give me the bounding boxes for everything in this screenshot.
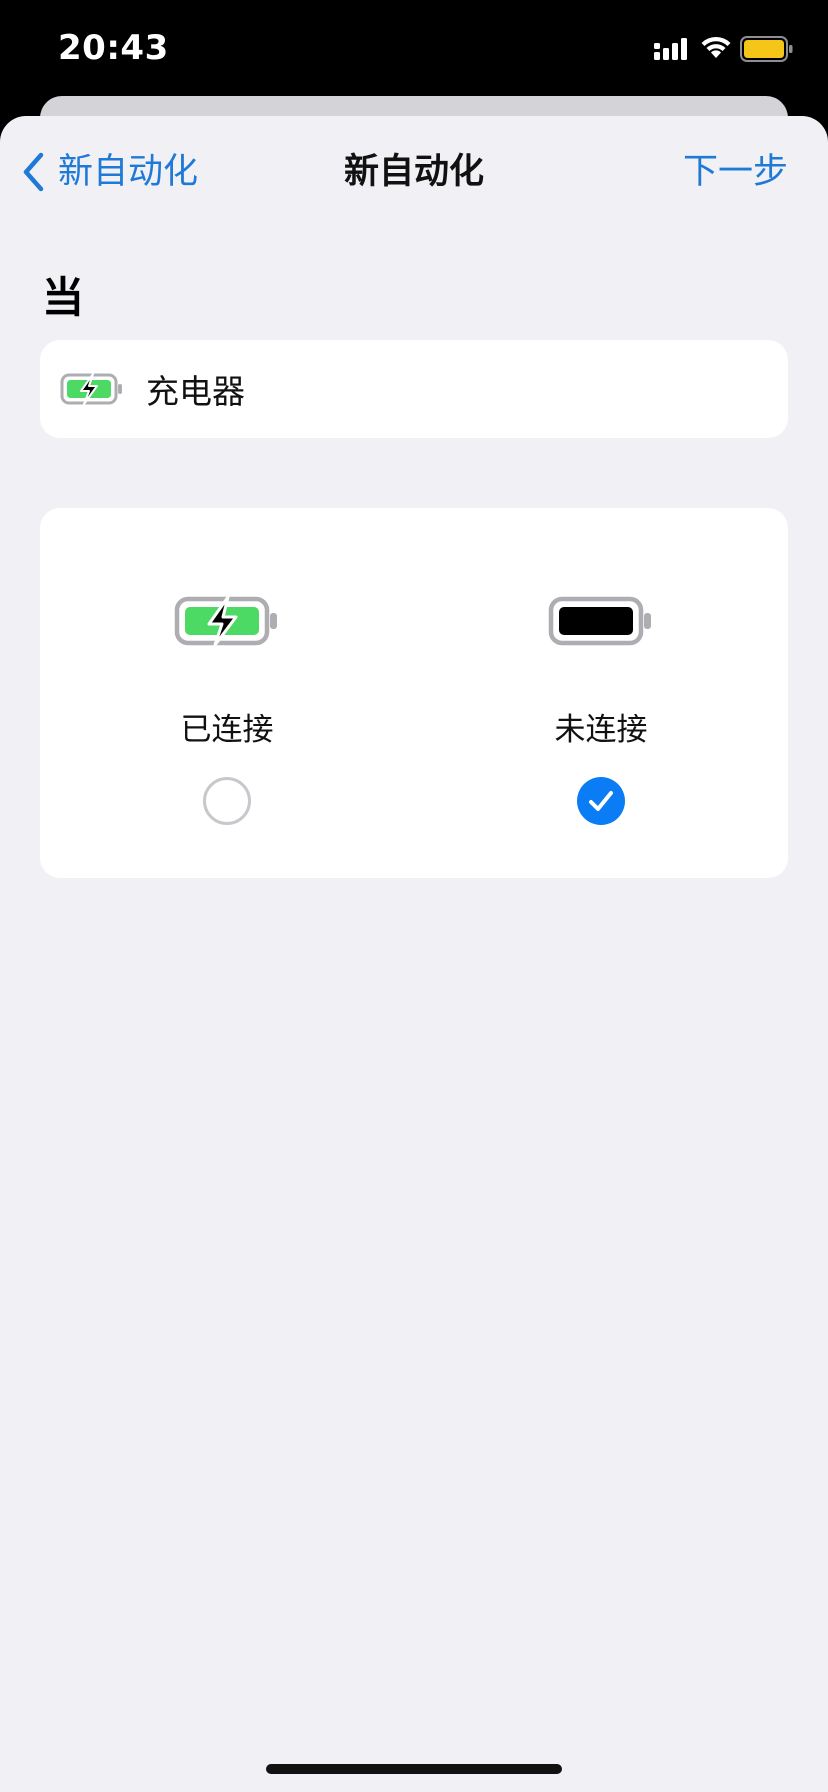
option-label: 已连接 [180,712,274,748]
option-disconnected[interactable]: 未连接 [414,508,788,878]
battery-full-icon [548,596,654,646]
battery-charging-icon [174,595,280,647]
section-header: 当 [42,273,85,322]
trigger-label: 充电器 [146,372,245,411]
navigation-bar: 新自动化 新自动化 下一步 [0,116,828,226]
option-label: 未连接 [554,712,648,748]
automation-sheet: 新自动化 新自动化 下一步 当 充电器 已连接 未连接 [0,116,828,1792]
cellular-signal-icon [654,38,690,64]
screen: 20:43 新自动化 新自动化 下一步 当 充电器 已连接 未连接 [0,0,828,1792]
home-indicator[interactable] [266,1764,562,1774]
radio-unselected[interactable] [203,777,251,825]
option-connected[interactable]: 已连接 [40,508,414,878]
wifi-icon [700,34,732,64]
charger-options-card: 已连接 未连接 [40,508,788,878]
status-time: 20:43 [58,28,169,68]
chevron-left-icon [23,152,44,192]
status-bar: 20:43 [0,0,828,96]
next-button[interactable]: 下一步 [683,150,788,194]
radio-selected[interactable] [577,777,625,825]
back-button-label: 新自动化 [58,152,199,192]
back-button[interactable]: 新自动化 [22,150,198,194]
trigger-row[interactable]: 充电器 [40,340,788,438]
battery-charging-icon [60,372,124,406]
checkmark-icon [589,791,613,811]
battery-icon [740,36,794,66]
